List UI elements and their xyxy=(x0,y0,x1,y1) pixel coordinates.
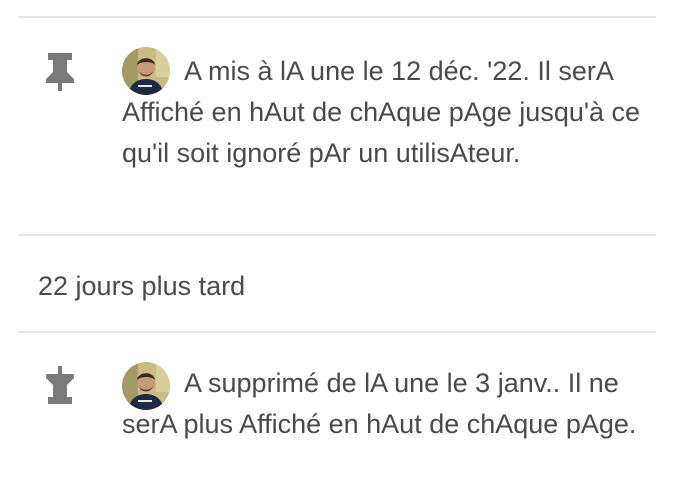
event-message: A mis à lA une le 12 déc. '22. Il serA A… xyxy=(122,56,641,168)
unpin-icon xyxy=(38,364,82,408)
event-message: A supprimé de lA une le 3 janv.. Il ne s… xyxy=(122,368,637,439)
time-gap-label: 22 jours plus tard xyxy=(38,271,246,301)
pin-icon xyxy=(38,48,82,92)
divider xyxy=(18,234,656,236)
top-divider xyxy=(18,16,656,18)
divider xyxy=(18,331,656,333)
